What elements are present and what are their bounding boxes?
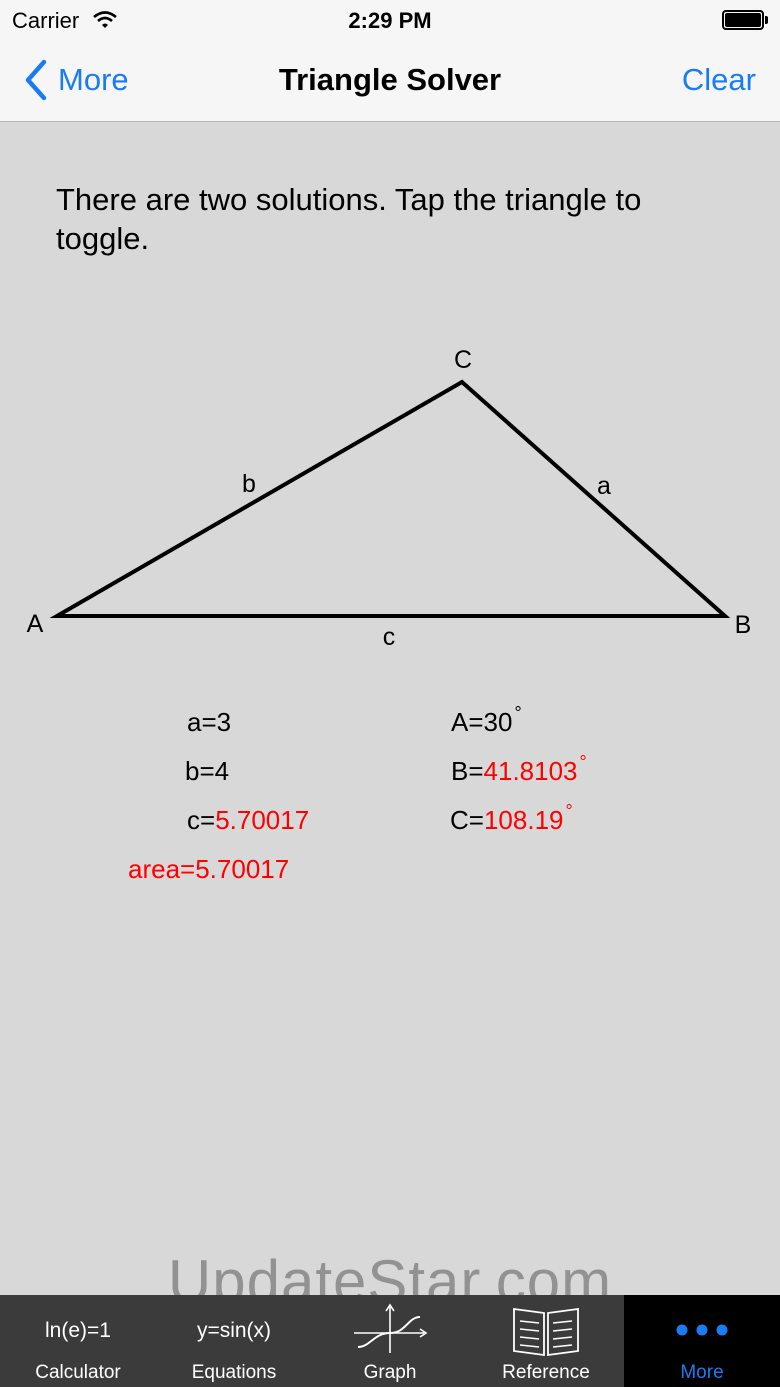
tab-equations-icon-text: y=sin(x) (196, 1319, 272, 1342)
triangle-diagram[interactable]: C A B b a c (0, 330, 780, 670)
angle-a-value: A=30 ° (451, 703, 522, 737)
battery-icon (722, 10, 768, 30)
side-label-c: c (383, 623, 396, 651)
tab-more[interactable]: More (624, 1295, 780, 1387)
vertex-label-b: B (735, 611, 752, 639)
top-bar: Carrier 2:29 PM More Triangle Solver Cle… (0, 0, 780, 122)
side-c-value: c=5.70017 (187, 805, 310, 835)
tab-calculator-label: Calculator (35, 1362, 121, 1383)
vertex-label-a: A (27, 610, 44, 638)
tab-calculator-icon-text: ln(e)=1 (45, 1319, 111, 1342)
more-dots-icon (624, 1303, 780, 1357)
angle-b-value: B=41.8103 ° (451, 752, 587, 786)
side-label-a: a (597, 472, 611, 500)
side-b-value: b=4 (185, 756, 230, 786)
tab-reference[interactable]: Reference (468, 1295, 624, 1387)
tab-graph-label: Graph (363, 1362, 417, 1383)
clock: 2:29 PM (348, 8, 432, 33)
tab-reference-label: Reference (502, 1362, 590, 1383)
tab-graph[interactable]: Graph (312, 1295, 468, 1387)
angle-c-value: C=108.19 ° (450, 801, 573, 835)
tab-calculator[interactable]: ln(e)=1 Calculator (0, 1295, 156, 1387)
side-label-b: b (242, 470, 256, 498)
clear-button[interactable]: Clear (682, 62, 756, 98)
side-a-value: a=3 (187, 707, 232, 737)
vertex-label-c: C (454, 346, 472, 374)
solution-message: There are two solutions. Tap the triangl… (56, 182, 642, 256)
status-bar: Carrier 2:29 PM (0, 0, 780, 40)
graph-icon (312, 1303, 468, 1357)
page-title: Triangle Solver (278, 62, 502, 97)
tab-equations[interactable]: y=sin(x) Equations (156, 1295, 312, 1387)
area-value: area=5.70017 (128, 854, 290, 884)
tab-more-label: More (680, 1362, 724, 1383)
tab-equations-label: Equations (191, 1362, 277, 1383)
tab-bar: ln(e)=1 Calculator y=sin(x) Equations Gr… (0, 1295, 780, 1387)
triangle-shape[interactable] (49, 379, 731, 618)
book-icon (468, 1303, 624, 1357)
